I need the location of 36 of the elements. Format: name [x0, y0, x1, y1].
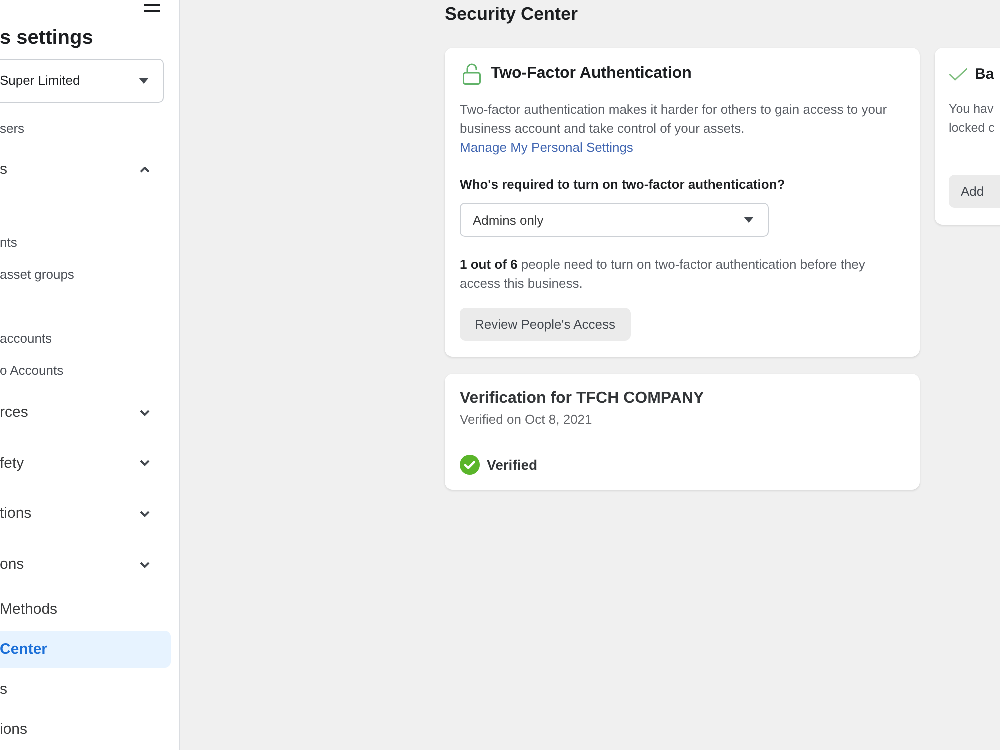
review-access-button[interactable]: Review People's Access — [460, 308, 630, 341]
card-text: You hav — [949, 101, 995, 118]
sidebar-section[interactable]: tions — [0, 488, 179, 540]
page-title: Security Center — [445, 3, 578, 26]
caret-icon — [744, 217, 754, 223]
verification-date: Verified on Oct 8, 2021 — [460, 411, 594, 429]
manage-settings-link[interactable]: Manage My Personal Settings — [460, 140, 634, 155]
card-title: Ba — [975, 66, 994, 82]
sidebar-item[interactable]: s — [0, 671, 171, 708]
sidebar-item[interactable]: ions — [0, 711, 171, 748]
card-text: locked c — [949, 120, 996, 137]
verification-status: Verified — [487, 457, 538, 473]
sidebar-subitem[interactable]: nts — [0, 227, 18, 260]
card-title: Two-Factor Authentication — [491, 65, 692, 83]
sidebar-subitem[interactable]: o Accounts — [0, 355, 64, 388]
sidebar-subitem[interactable]: asset groups — [0, 259, 74, 292]
add-button[interactable]: Add — [949, 175, 1000, 208]
caret-icon — [139, 78, 149, 84]
requirement-select[interactable]: Admins only — [460, 203, 769, 237]
sidebar-section[interactable]: fety — [0, 438, 179, 489]
sidebar-section[interactable]: s — [0, 144, 179, 196]
sidebar-item[interactable]: Center — [0, 631, 171, 668]
sidebar-title: s settings — [0, 26, 94, 51]
business-select[interactable]: Super Limited — [0, 58, 164, 103]
card-title: Verification for TFCH COMPANY — [460, 389, 706, 409]
description-text: Two-factor authentication makes it harder for others to gain access to your business account and take control of your assets. Manage My Personal Settings — [460, 101, 888, 157]
sidebar-subitem[interactable]: accounts — [0, 323, 52, 356]
sidebar-section[interactable]: rces — [0, 387, 179, 438]
sidebar-section[interactable]: ons — [0, 539, 179, 590]
sidebar-subitem[interactable]: sers — [0, 112, 25, 145]
question-label: Who's required to turn on two-factor authentication? — [460, 176, 786, 194]
check-icon — [949, 68, 968, 80]
padlock-icon — [463, 63, 481, 85]
requirement-status-text: 1 out of 6 people need to turn on two-factor authentication before they access this business. — [460, 256, 866, 293]
sidebar-item[interactable]: Methods — [0, 591, 171, 628]
menu-icon[interactable] — [144, 4, 160, 12]
